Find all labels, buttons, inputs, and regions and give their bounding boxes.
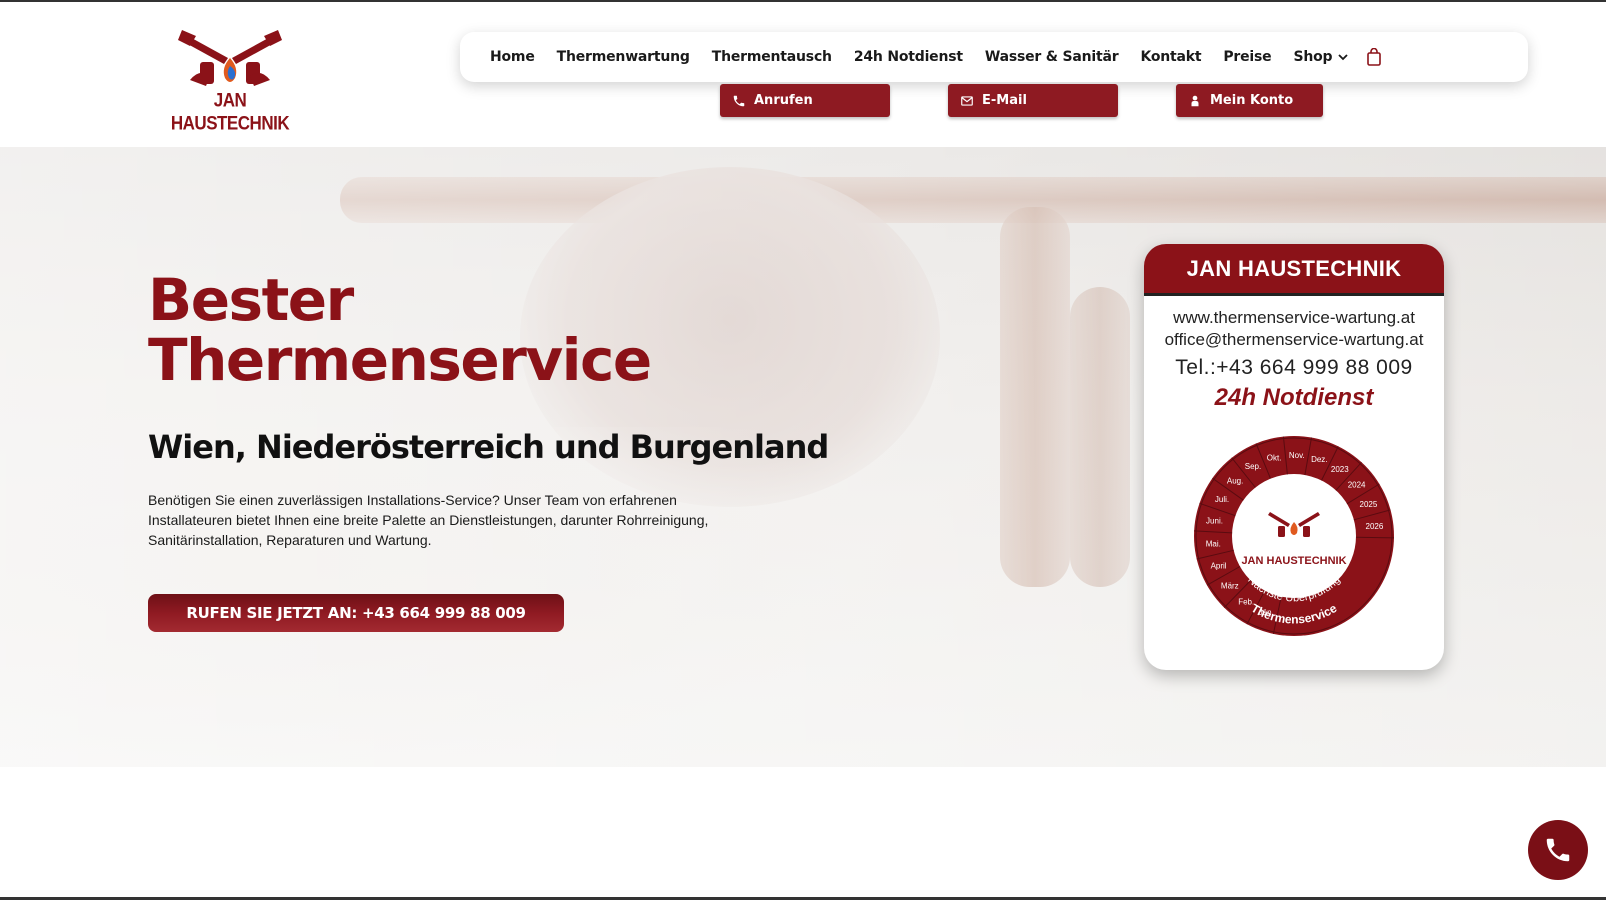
envelope-icon xyxy=(961,95,973,106)
dial-month-label: Sep. xyxy=(1245,462,1261,471)
shopping-bag-icon[interactable] xyxy=(1366,48,1382,66)
hero-paragraph: Benötigen Sie einen zuverlässigen Instal… xyxy=(148,492,709,548)
card-website: www.thermenservice-wartung.at xyxy=(1173,308,1415,327)
hero-title-line1: Bester xyxy=(148,266,354,334)
shop-label: Shop xyxy=(1293,49,1333,65)
service-sticker-card: JAN HAUSTECHNIK www.thermenservice-wartu… xyxy=(1144,244,1444,670)
nav-item-shop[interactable]: Shop xyxy=(1293,49,1348,65)
dial-month-label: Nov. xyxy=(1289,451,1305,460)
dial-logo-text: JAN HAUSTECHNIK xyxy=(1241,555,1346,567)
email-button[interactable]: E-Mail xyxy=(948,84,1118,117)
brand-logo[interactable]: JAN HAUSTECHNIK xyxy=(160,28,300,134)
nav-item-24h-notdienst[interactable]: 24h Notdienst xyxy=(854,49,963,65)
hero-title-line2: Thermenservice xyxy=(148,326,652,394)
nav-item-home[interactable]: Home xyxy=(490,49,535,65)
dial-year-label: 2025 xyxy=(1360,500,1378,509)
dial-divider xyxy=(1355,536,1395,539)
card-header: JAN HAUSTECHNIK xyxy=(1144,244,1444,296)
dial-month-label: Mai. xyxy=(1206,539,1221,548)
nav-item-thermenwartung[interactable]: Thermenwartung xyxy=(557,49,690,65)
logo-wordmark: JAN HAUSTECHNIK xyxy=(170,89,290,134)
phone-icon xyxy=(1546,838,1570,862)
site-header: JAN HAUSTECHNIK Home Thermenwartung Ther… xyxy=(0,2,1606,147)
dial-month-label: Juni. xyxy=(1206,517,1223,526)
floating-call-button[interactable] xyxy=(1528,820,1588,880)
account-button-label: Mein Konto xyxy=(1210,93,1294,108)
dial-month-label: April xyxy=(1211,562,1227,571)
nav-item-wasser-sanitaer[interactable]: Wasser & Sanitär xyxy=(985,49,1119,65)
dial-year-label: 2023 xyxy=(1331,465,1349,474)
phone-icon xyxy=(733,95,745,106)
account-button[interactable]: Mein Konto xyxy=(1176,84,1323,117)
card-emergency: 24h Notdienst xyxy=(1214,384,1374,411)
card-phone: Tel.:+43 664 999 88 009 xyxy=(1175,356,1413,379)
dial-month-label: Aug. xyxy=(1227,476,1243,485)
dial-year-label: 2026 xyxy=(1366,522,1384,531)
nav-item-thermentausch[interactable]: Thermentausch xyxy=(712,49,832,65)
dial-month-label: März xyxy=(1221,581,1239,590)
dial-month-label: Juli. xyxy=(1215,495,1229,504)
service-date-dial: Jän.Feb.MärzAprilMai.Juni.Juli.Aug.Sep.O… xyxy=(1194,436,1395,636)
card-email: office@thermenservice-wartung.at xyxy=(1164,330,1424,349)
email-button-label: E-Mail xyxy=(982,93,1027,108)
dial-month-label: Feb. xyxy=(1238,597,1254,606)
nav-item-kontakt[interactable]: Kontakt xyxy=(1140,49,1201,65)
hero-title: Bester Thermenservice xyxy=(148,270,652,390)
call-button-label: Anrufen xyxy=(754,93,813,108)
user-icon xyxy=(1191,95,1199,106)
wrench-logo-icon xyxy=(178,30,282,86)
dial-month-label: Dez. xyxy=(1311,455,1327,464)
hero-subtitle: Wien, Niederösterreich und Burgenland xyxy=(148,428,829,466)
call-button[interactable]: Anrufen xyxy=(720,84,890,117)
dial-month-label: Okt. xyxy=(1267,454,1282,463)
main-nav: Home Thermenwartung Thermentausch 24h No… xyxy=(460,32,1528,82)
nav-item-preise[interactable]: Preise xyxy=(1223,49,1271,65)
call-now-button[interactable]: RUFEN SIE JETZT AN: +43 664 999 88 009 xyxy=(148,594,564,632)
chevron-down-icon xyxy=(1338,54,1348,61)
dial-year-label: 2024 xyxy=(1348,481,1366,490)
